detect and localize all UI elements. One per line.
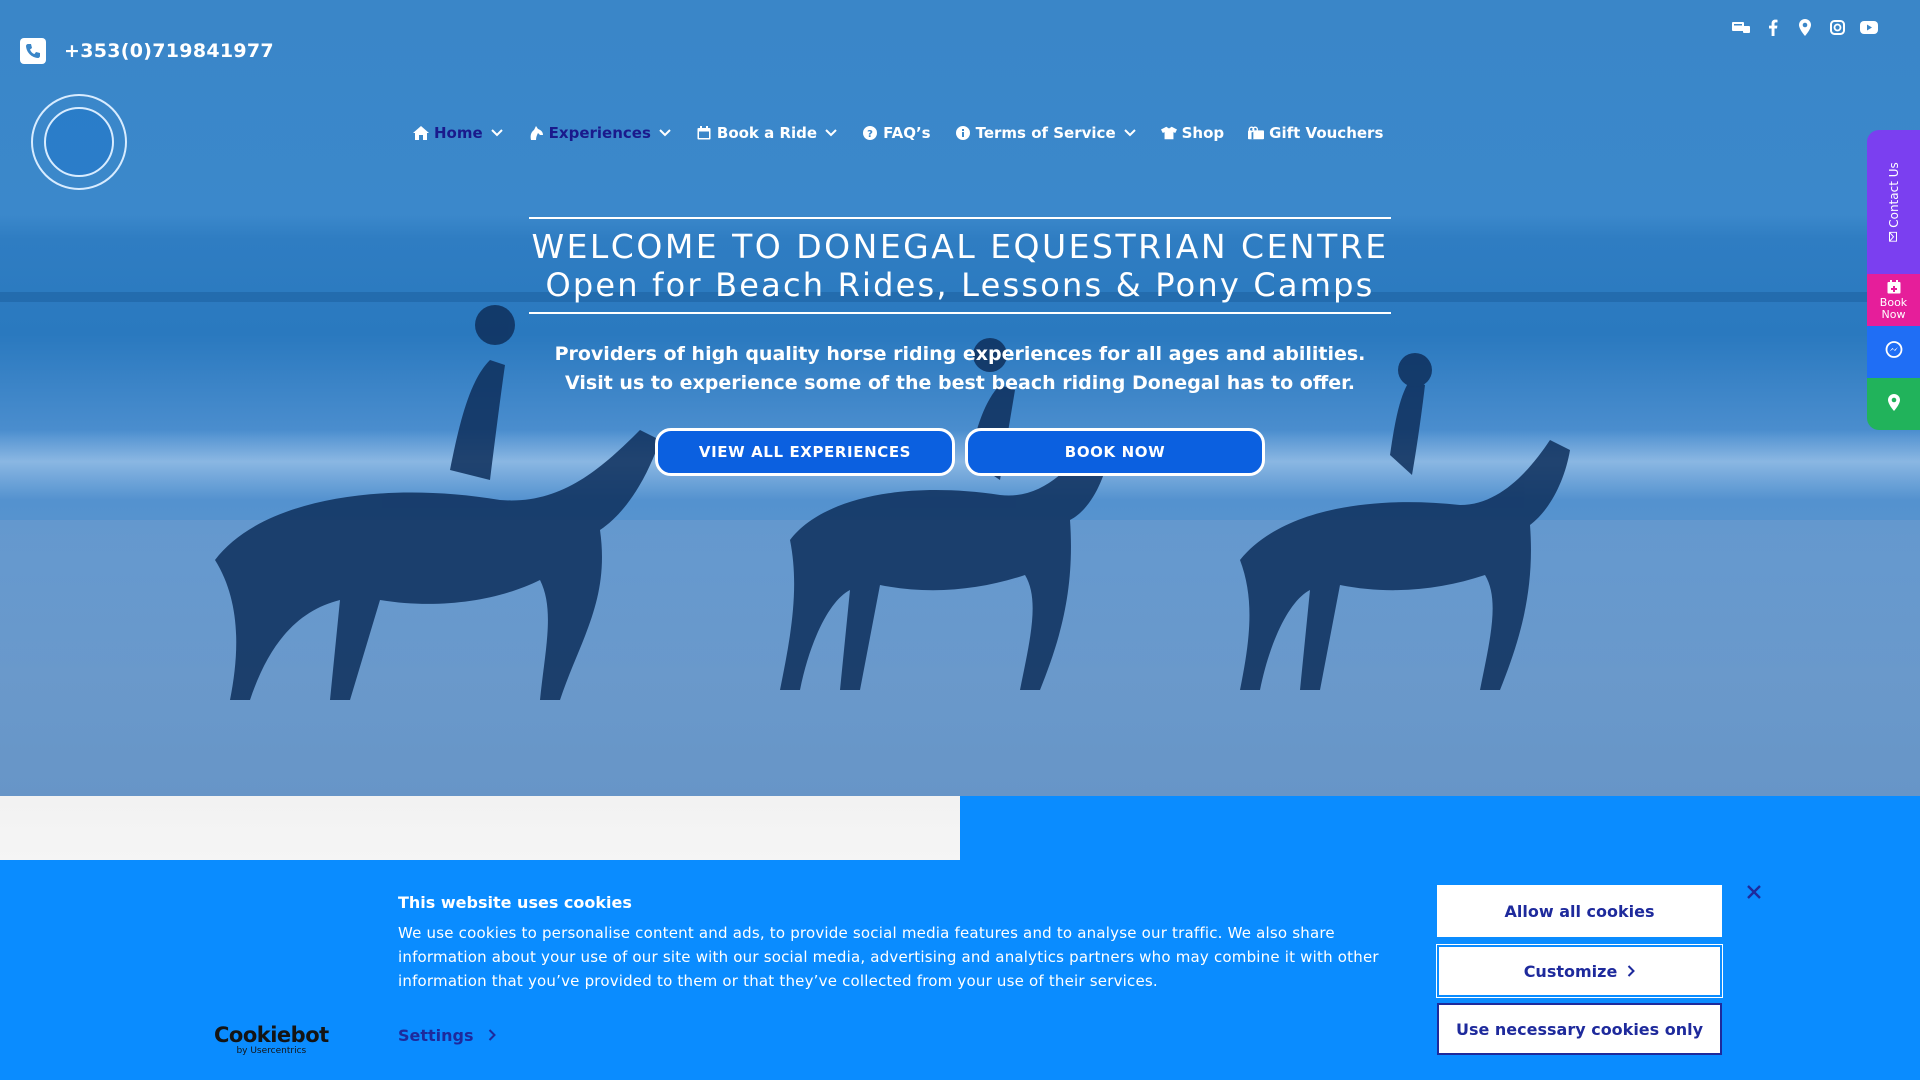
view-all-experiences-button[interactable]: VIEW ALL EXPERIENCES [655,428,955,476]
chevron-down-icon [658,126,672,140]
close-icon[interactable] [1744,882,1764,902]
customize-cookies-label: Customize [1523,961,1618,981]
tripadvisor-icon[interactable] [1732,18,1750,36]
cookiebot-brand: Cookiebot [214,1023,329,1047]
chevron-down-icon [1123,126,1137,140]
chevron-right-icon [1627,962,1636,981]
book-now-tab-label-1: Book [1879,295,1908,309]
cookie-settings-link[interactable]: Settings [398,1026,496,1045]
instagram-icon[interactable] [1828,18,1846,36]
hero-title-block: WELCOME TO DONEGAL EQUESTRIAN CENTRE Ope… [529,217,1391,314]
cookiebot-logo: Cookiebot by Usercentrics [214,1024,329,1056]
contact-us-tab[interactable]: Contact Us [1867,130,1920,274]
gift-icon [1248,125,1265,141]
side-widget: Contact Us Book Now [1867,130,1920,430]
cookie-banner-title: This website uses cookies [398,893,632,912]
messenger-tab[interactable] [1867,326,1920,378]
chevron-right-icon [488,1026,496,1045]
cookie-banner-text: We use cookies to personalise content an… [398,924,1379,990]
chevron-down-icon [824,126,838,140]
nav-faqs-label: FAQ’s [883,124,931,142]
phone-contact[interactable]: +353(0)719841977 [20,38,274,64]
nav-terms[interactable]: Terms of Service [955,124,1137,142]
chevron-down-icon [490,126,504,140]
necessary-cookies-only-button[interactable]: Use necessary cookies only [1437,1003,1722,1055]
hero-tagline: Providers of high quality horse riding e… [460,340,1460,398]
nav-experiences-label: Experiences [548,124,651,142]
home-icon [413,125,429,141]
info-icon [955,125,971,141]
nav-experiences[interactable]: Experiences [528,124,672,142]
question-icon: ? [862,125,878,141]
nav-home-label: Home [434,124,483,142]
nav-book-a-ride-label: Book a Ride [716,124,818,142]
hero-section: +353(0)719841977 Home Experiences Book a… [0,0,1920,796]
nav-shop-label: Shop [1181,124,1225,142]
customize-cookies-button[interactable]: Customize [1436,944,1723,998]
allow-all-cookies-label: Allow all cookies [1504,901,1655,921]
location-tab[interactable] [1867,378,1920,430]
nav-terms-label: Terms of Service [975,124,1116,142]
svg-text:?: ? [867,129,873,140]
nav-book-a-ride[interactable]: Book a Ride [696,124,838,142]
shirt-icon [1160,125,1177,141]
nav-shop[interactable]: Shop [1160,124,1225,142]
cookie-settings-label: Settings [398,1026,474,1045]
nav-home[interactable]: Home [413,124,504,142]
map-pin-icon[interactable] [1796,18,1814,36]
calendar-icon [696,125,712,141]
book-now-tab-label-2: Now [1881,307,1906,321]
tagline-line-2: Visit us to experience some of the best … [565,372,1355,394]
phone-number[interactable]: +353(0)719841977 [64,40,274,62]
book-now-button[interactable]: BOOK NOW [965,428,1265,476]
social-links [1732,18,1878,36]
calendar-plus-icon [1887,279,1901,297]
main-nav: Home Experiences Book a Ride ? FAQ’s Ter… [413,124,1407,142]
contact-us-tab-inner: Contact Us [1887,162,1901,242]
messenger-icon [1885,341,1903,363]
horse-riders-image [215,305,1570,700]
horse-icon [528,125,544,141]
book-now-tab[interactable]: Book Now [1867,274,1920,326]
map-pin-icon [1887,393,1900,415]
page-subtitle: Open for Beach Rides, Lessons & Pony Cam… [545,266,1375,304]
nav-faqs[interactable]: ? FAQ’s [862,124,931,142]
site-logo[interactable] [31,94,127,190]
nav-gift-vouchers[interactable]: Gift Vouchers [1248,124,1383,142]
logo-emblem [44,107,114,177]
contact-us-label: Contact Us [1886,162,1901,228]
nav-gift-vouchers-label: Gift Vouchers [1269,124,1384,142]
phone-icon [20,38,46,64]
page-title: WELCOME TO DONEGAL EQUESTRIAN CENTRE [531,227,1389,266]
allow-all-cookies-button[interactable]: Allow all cookies [1437,885,1722,937]
mail-icon [1887,231,1901,242]
youtube-icon[interactable] [1860,18,1878,36]
necessary-cookies-only-label: Use necessary cookies only [1455,1019,1704,1039]
cookiebot-brand-sub: by Usercentrics [236,1046,307,1056]
facebook-icon[interactable] [1764,18,1782,36]
tagline-line-1: Providers of high quality horse riding e… [554,343,1366,365]
